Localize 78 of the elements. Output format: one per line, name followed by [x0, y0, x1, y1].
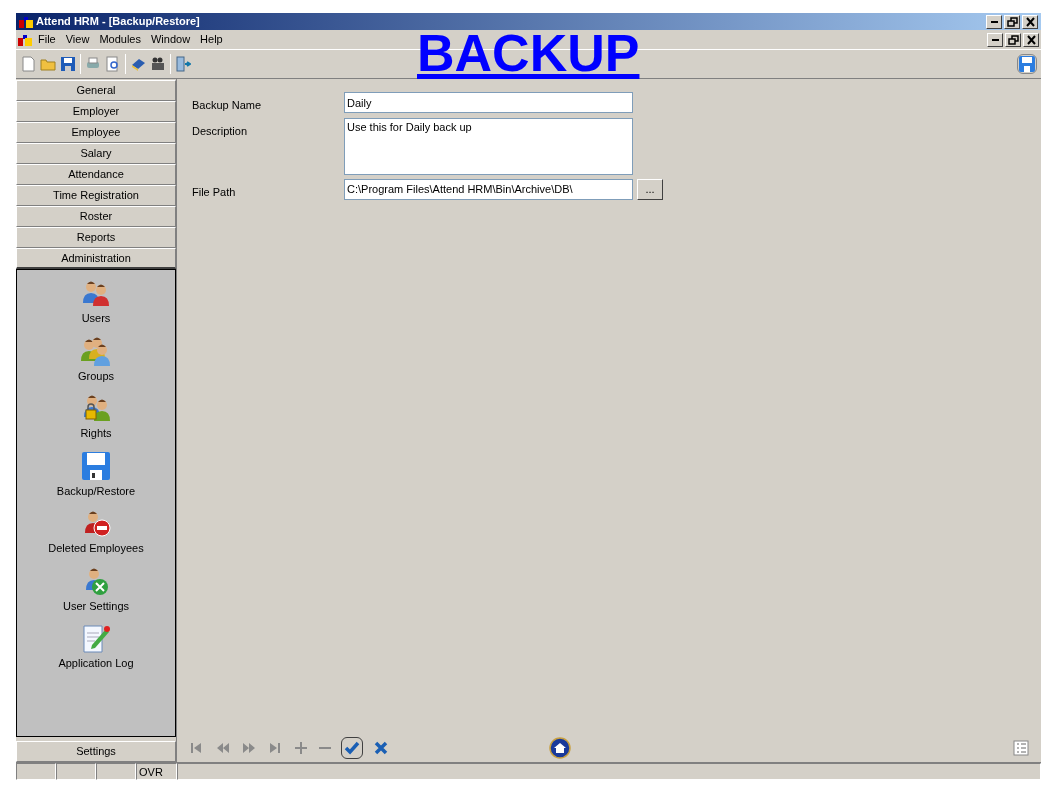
field-label: Backup Name	[192, 98, 263, 113]
restore-button[interactable]	[1004, 14, 1020, 29]
minimize-button[interactable]	[986, 14, 1002, 29]
menu-item[interactable]: Window	[146, 31, 195, 48]
home-button[interactable]	[549, 737, 571, 759]
minimize-icon	[990, 20, 998, 23]
close-icon	[373, 740, 389, 756]
next-page-button[interactable]	[241, 740, 257, 756]
next-page-icon	[241, 740, 257, 756]
input-field[interactable]: Daily	[344, 92, 633, 113]
save-button[interactable]	[60, 56, 76, 72]
navigation-item[interactable]: User Settings	[63, 565, 129, 614]
list-icon	[1013, 740, 1029, 756]
document-pencil-icon	[80, 623, 112, 653]
projector-button[interactable]	[150, 56, 166, 72]
navigation-item[interactable]: Application Log	[58, 623, 134, 672]
projector-icon	[150, 56, 166, 72]
sidebar-section-tab[interactable]: General	[16, 80, 176, 101]
sidebar-section-tab[interactable]: Employer	[16, 101, 176, 122]
navigation-item[interactable]: Groups	[77, 335, 115, 384]
plus-icon	[293, 740, 309, 756]
minimize-button[interactable]	[987, 32, 1003, 47]
list-view-button[interactable]	[1013, 740, 1029, 756]
close-button[interactable]	[1022, 14, 1038, 29]
home-icon	[549, 737, 571, 759]
sidebar-section-tab[interactable]: Time Registration	[16, 185, 176, 206]
field-label: Description	[192, 123, 249, 139]
path-field[interactable]: C:\Program Files\Attend HRM\Bin\Archive\DB\	[344, 178, 633, 200]
navigation-item[interactable]: Users	[80, 278, 112, 327]
field-label: File Path	[192, 184, 237, 200]
new-document-icon	[20, 56, 36, 72]
save-button[interactable]	[1017, 54, 1037, 74]
app-logo-icon	[19, 15, 33, 28]
overlay-caption: BACKUP	[417, 27, 640, 79]
minus-icon	[319, 747, 331, 749]
restore-icon	[1007, 34, 1019, 45]
cancel-button[interactable]	[373, 740, 389, 756]
menu-item[interactable]: Help	[196, 31, 227, 48]
close-icon	[1025, 34, 1037, 45]
folder-icon	[40, 56, 56, 72]
minimize-icon	[991, 38, 999, 41]
sidebar-section-tab[interactable]: Administration	[16, 248, 176, 269]
last-record-icon	[267, 740, 283, 756]
sidebar-section-tab[interactable]: Roster	[16, 206, 176, 227]
navigation-item[interactable]: Rights	[80, 393, 112, 442]
app-logo-icon	[18, 33, 32, 46]
previous-page-button[interactable]	[215, 740, 231, 756]
print-preview-button[interactable]	[105, 56, 121, 72]
confirm-button[interactable]	[341, 737, 363, 759]
save-icon	[60, 56, 76, 72]
menu-item[interactable]: View	[61, 31, 94, 48]
sidebar-section-tab[interactable]: Salary	[16, 143, 176, 164]
new-document-button[interactable]	[20, 56, 36, 72]
close-icon	[1024, 16, 1036, 27]
restore-button[interactable]	[1005, 32, 1021, 47]
window-title: Attend HRM - [Backup/Restore]	[36, 14, 200, 30]
book-icon	[130, 56, 146, 72]
print-preview-icon	[105, 56, 121, 72]
menu-item[interactable]: File	[34, 31, 60, 48]
navigation-item[interactable]: Backup/Restore	[56, 450, 136, 499]
menu-item[interactable]: Modules	[95, 31, 145, 48]
book-button[interactable]	[130, 56, 146, 72]
status-mode: OVR	[136, 763, 177, 780]
previous-page-icon	[215, 740, 231, 756]
sidebar-section-tab[interactable]: Reports	[16, 227, 176, 248]
exit-door-button[interactable]	[175, 56, 191, 72]
close-button[interactable]	[1023, 32, 1039, 47]
restore-icon	[1006, 16, 1018, 27]
plus-button[interactable]	[293, 740, 309, 756]
last-record-button[interactable]	[267, 740, 283, 756]
navigation-item[interactable]: Deleted Employees	[48, 508, 144, 557]
sidebar-section-tab[interactable]: Attendance	[16, 164, 176, 185]
exit-door-icon	[175, 56, 191, 72]
settings-tab[interactable]: Settings	[16, 741, 176, 762]
group-icon	[80, 335, 112, 366]
browse-button[interactable]: ...	[637, 178, 663, 200]
text-area[interactable]: Use this for Daily back up	[344, 117, 633, 175]
sidebar-section-tab[interactable]: Employee	[16, 122, 176, 143]
